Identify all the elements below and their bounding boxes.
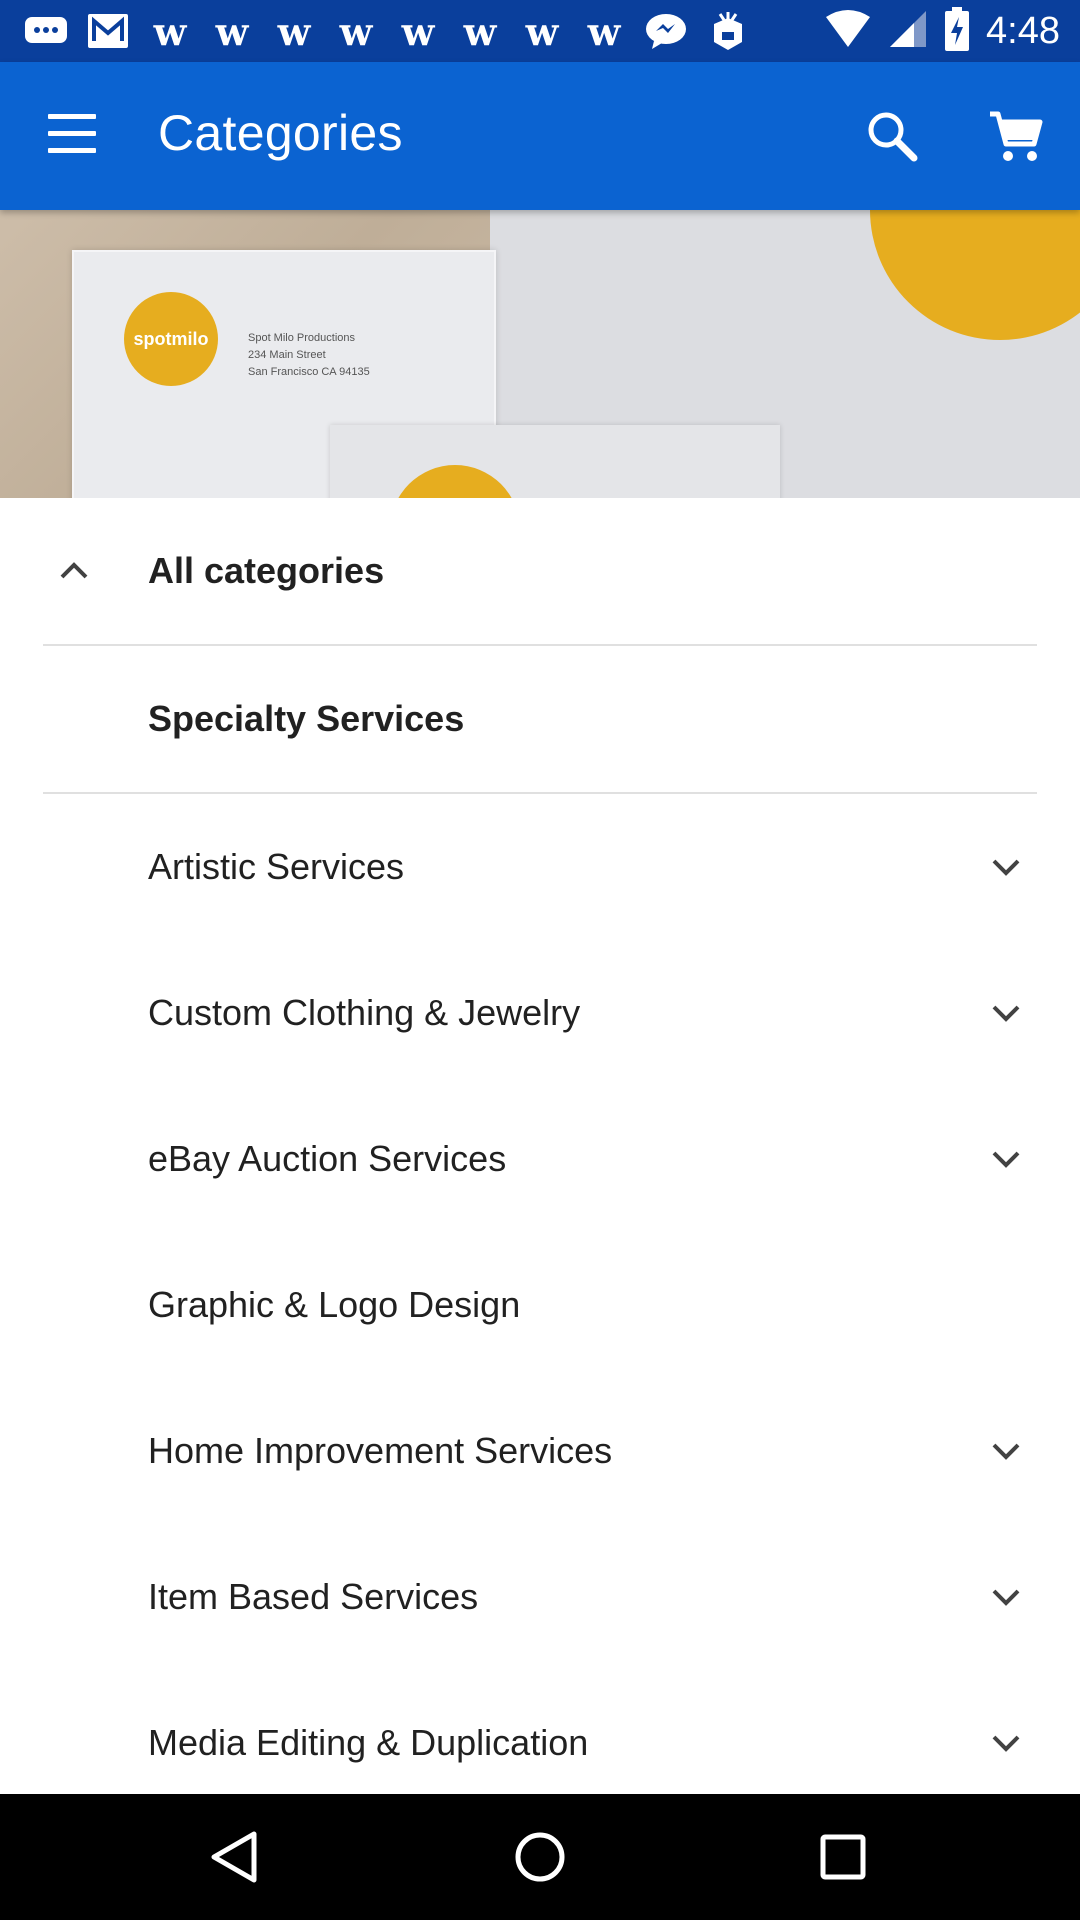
hero-card-circle xyxy=(390,465,520,498)
category-item-label: eBay Auction Services xyxy=(148,1138,507,1179)
hero-logo: spotmilo xyxy=(124,292,218,386)
status-bar: w w w w w w w w 4:48 xyxy=(0,0,1080,62)
category-list: All categories Specialty Services Artist… xyxy=(0,498,1080,1816)
w-icon: w xyxy=(153,8,187,54)
home-icon[interactable] xyxy=(505,1822,575,1892)
chevron-down-icon[interactable] xyxy=(988,1725,1024,1761)
page-title: Categories xyxy=(158,105,403,161)
w-icon: w xyxy=(277,8,311,54)
back-icon[interactable] xyxy=(200,1822,270,1892)
all-categories-label: All categories xyxy=(148,550,385,591)
chevron-down-icon[interactable] xyxy=(988,995,1024,1031)
cart-icon[interactable] xyxy=(986,106,1046,166)
w-icon: w xyxy=(587,8,621,54)
wifi-icon xyxy=(824,9,872,54)
category-item-custom-clothing[interactable]: Custom Clothing & Jewelry xyxy=(0,940,1080,1086)
app-bar: Categories xyxy=(0,62,1080,210)
category-item-label: Artistic Services xyxy=(148,846,405,887)
signal-icon xyxy=(888,9,928,54)
chevron-down-icon[interactable] xyxy=(988,849,1024,885)
menu-icon[interactable] xyxy=(48,114,96,154)
w-icon: w xyxy=(525,8,559,54)
chevron-down-icon[interactable] xyxy=(988,1433,1024,1469)
app-box-icon xyxy=(704,11,752,51)
hero-card xyxy=(330,425,780,498)
battery-charging-icon xyxy=(944,6,970,56)
chevron-down-icon[interactable] xyxy=(988,1579,1024,1615)
hero-address: Spot Milo Productions 234 Main Street Sa… xyxy=(248,332,370,378)
chevron-up-icon xyxy=(56,553,92,589)
specialty-services-label: Specialty Services xyxy=(148,698,465,739)
category-item-item-based[interactable]: Item Based Services xyxy=(0,1524,1080,1670)
category-item-ebay-auction[interactable]: eBay Auction Services xyxy=(0,1086,1080,1232)
w-icon: w xyxy=(463,8,497,54)
hero-banner: spotmilo Spot Milo Productions 234 Main … xyxy=(0,210,1080,498)
category-item-label: Home Improvement Services xyxy=(148,1430,613,1471)
w-icon: w xyxy=(215,8,249,54)
mail-icon xyxy=(84,11,132,51)
specialty-services-row[interactable]: Specialty Services xyxy=(0,646,1080,792)
category-item-label: Media Editing & Duplication xyxy=(148,1722,589,1763)
status-right: 4:48 xyxy=(824,0,1060,62)
search-icon[interactable] xyxy=(862,106,922,166)
recents-icon[interactable] xyxy=(808,1822,878,1892)
navigation-bar xyxy=(0,1794,1080,1920)
messenger-icon xyxy=(642,11,690,51)
w-icon: w xyxy=(339,8,373,54)
category-item-label: Item Based Services xyxy=(148,1576,479,1617)
all-categories-row[interactable]: All categories xyxy=(0,498,1080,644)
category-item-graphic-logo[interactable]: Graphic & Logo Design xyxy=(0,1232,1080,1378)
category-item-home-improvement[interactable]: Home Improvement Services xyxy=(0,1378,1080,1524)
notification-icons: w w w w w w w w xyxy=(0,8,752,54)
chat-icon xyxy=(22,11,70,51)
w-icon: w xyxy=(401,8,435,54)
category-item-label: Graphic & Logo Design xyxy=(148,1284,521,1325)
status-time: 4:48 xyxy=(986,9,1060,52)
chevron-down-icon[interactable] xyxy=(988,1141,1024,1177)
category-item-artistic-services[interactable]: Artistic Services xyxy=(0,794,1080,940)
category-item-label: Custom Clothing & Jewelry xyxy=(148,992,581,1033)
